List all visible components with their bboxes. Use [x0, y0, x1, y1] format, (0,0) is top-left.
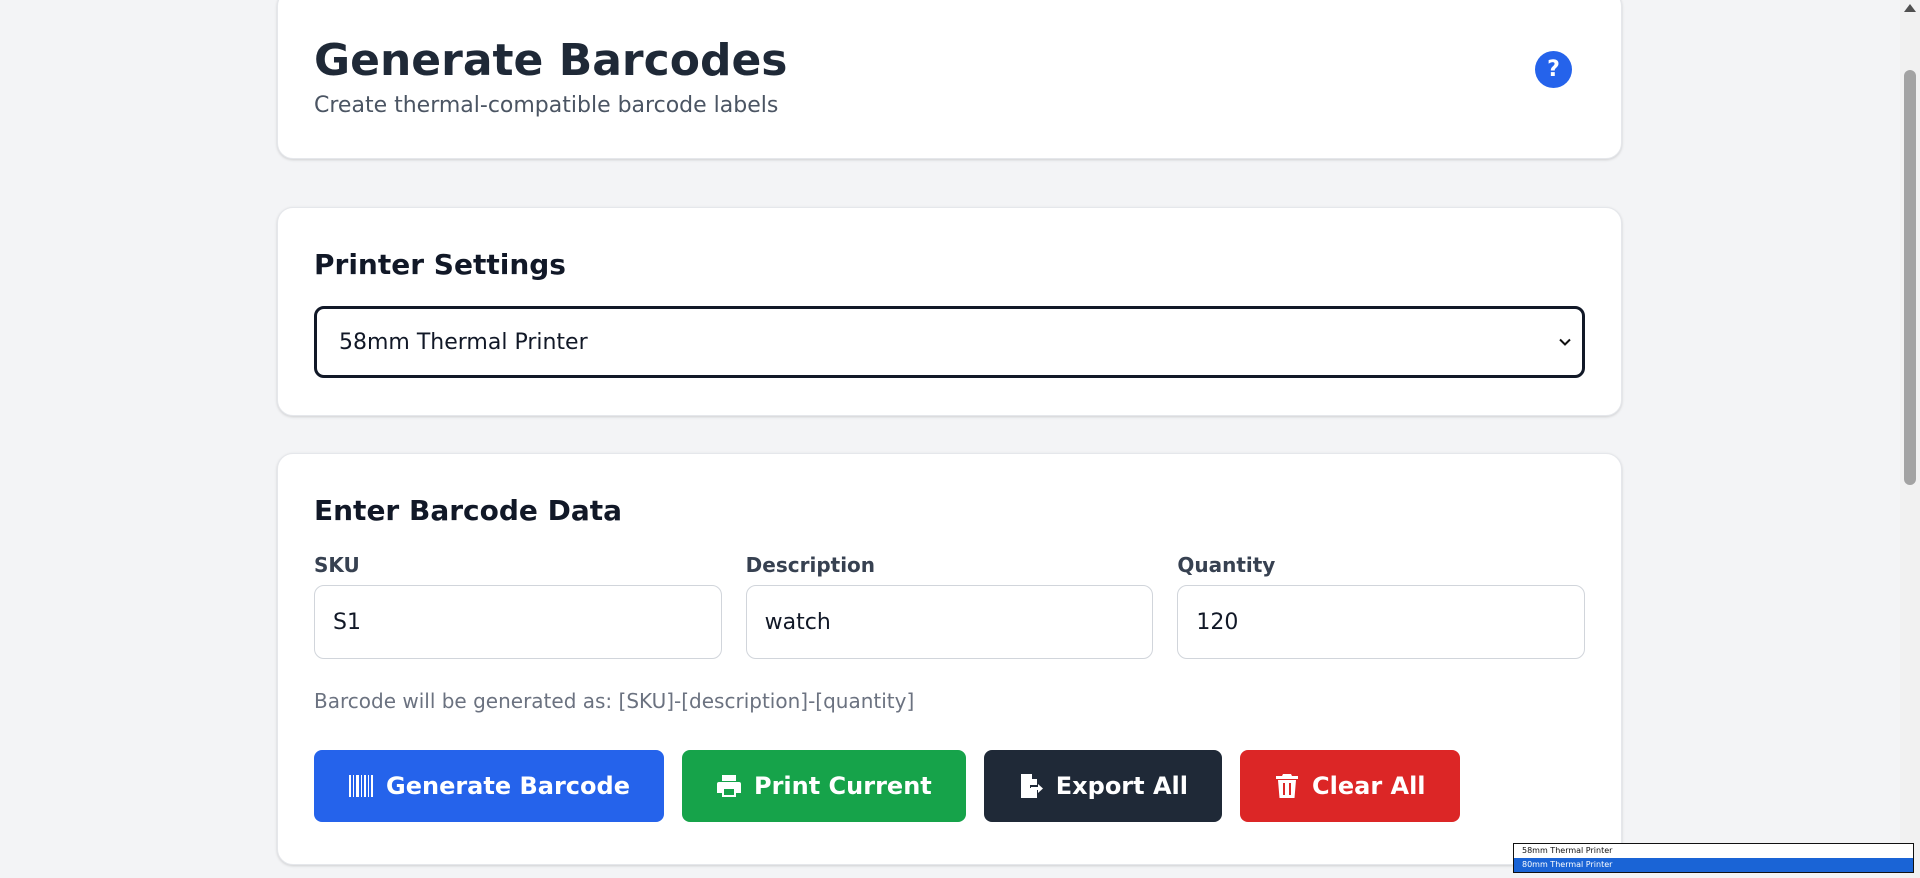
- header-card: Generate Barcodes Create thermal-compati…: [277, 0, 1622, 159]
- action-buttons: Generate Barcode Print Current Export Al…: [314, 750, 1585, 822]
- page-subtitle: Create thermal-compatible barcode labels: [314, 93, 779, 119]
- printer-icon: [716, 775, 741, 797]
- printer-settings-title: Printer Settings: [314, 248, 566, 281]
- chevron-down-icon: [1559, 338, 1571, 346]
- question-icon: ?: [1547, 57, 1560, 82]
- barcode-data-card: Enter Barcode Data SKU S1 Description wa…: [277, 453, 1622, 865]
- printer-option-80mm[interactable]: 80mm Thermal Printer: [1514, 858, 1913, 872]
- main-container: Generate Barcodes Create thermal-compati…: [277, 0, 1622, 865]
- clear-all-label: Clear All: [1312, 772, 1426, 800]
- scroll-up-arrow-icon[interactable]: [1904, 4, 1916, 12]
- barcode-format-hint: Barcode will be generated as: [SKU]-[des…: [314, 689, 915, 713]
- page-scrollbar[interactable]: [1900, 0, 1920, 878]
- description-field-group: Description watch: [745, 553, 1154, 659]
- sku-field-group: SKU S1: [314, 553, 722, 659]
- print-current-label: Print Current: [753, 772, 932, 800]
- generate-barcode-label: Generate Barcode: [386, 772, 630, 800]
- printer-select-value: 58mm Thermal Printer: [339, 329, 588, 355]
- printer-select[interactable]: 58mm Thermal Printer: [314, 306, 1585, 378]
- quantity-label: Quantity: [1177, 553, 1276, 577]
- printer-option-58mm[interactable]: 58mm Thermal Printer: [1514, 844, 1913, 858]
- barcode-icon: [349, 775, 373, 797]
- description-input[interactable]: watch: [745, 585, 1154, 659]
- clear-all-button[interactable]: Clear All: [1240, 750, 1460, 822]
- sku-input[interactable]: S1: [314, 585, 722, 659]
- description-value: watch: [764, 609, 831, 635]
- quantity-field-group: Quantity 120: [1177, 553, 1586, 659]
- sku-value: S1: [333, 609, 361, 635]
- export-all-label: Export All: [1055, 772, 1188, 800]
- trash-icon: [1276, 774, 1298, 798]
- export-all-button[interactable]: Export All: [983, 750, 1222, 822]
- print-current-button[interactable]: Print Current: [681, 750, 966, 822]
- printer-settings-card: Printer Settings 58mm Thermal Printer: [277, 207, 1622, 416]
- description-label: Description: [745, 553, 876, 577]
- quantity-value: 120: [1196, 609, 1239, 635]
- generate-barcode-button[interactable]: Generate Barcode: [314, 750, 664, 822]
- sku-label: SKU: [314, 553, 360, 577]
- help-button[interactable]: ?: [1535, 51, 1572, 88]
- file-export-icon: [1020, 774, 1043, 798]
- scroll-thumb[interactable]: [1904, 70, 1916, 485]
- barcode-fields: SKU S1 Description watch Quantity 120: [314, 553, 1586, 659]
- page-title: Generate Barcodes: [314, 35, 788, 86]
- barcode-data-title: Enter Barcode Data: [314, 494, 623, 527]
- printer-select-dropdown: 58mm Thermal Printer 80mm Thermal Printe…: [1513, 843, 1914, 873]
- quantity-input[interactable]: 120: [1177, 585, 1586, 659]
